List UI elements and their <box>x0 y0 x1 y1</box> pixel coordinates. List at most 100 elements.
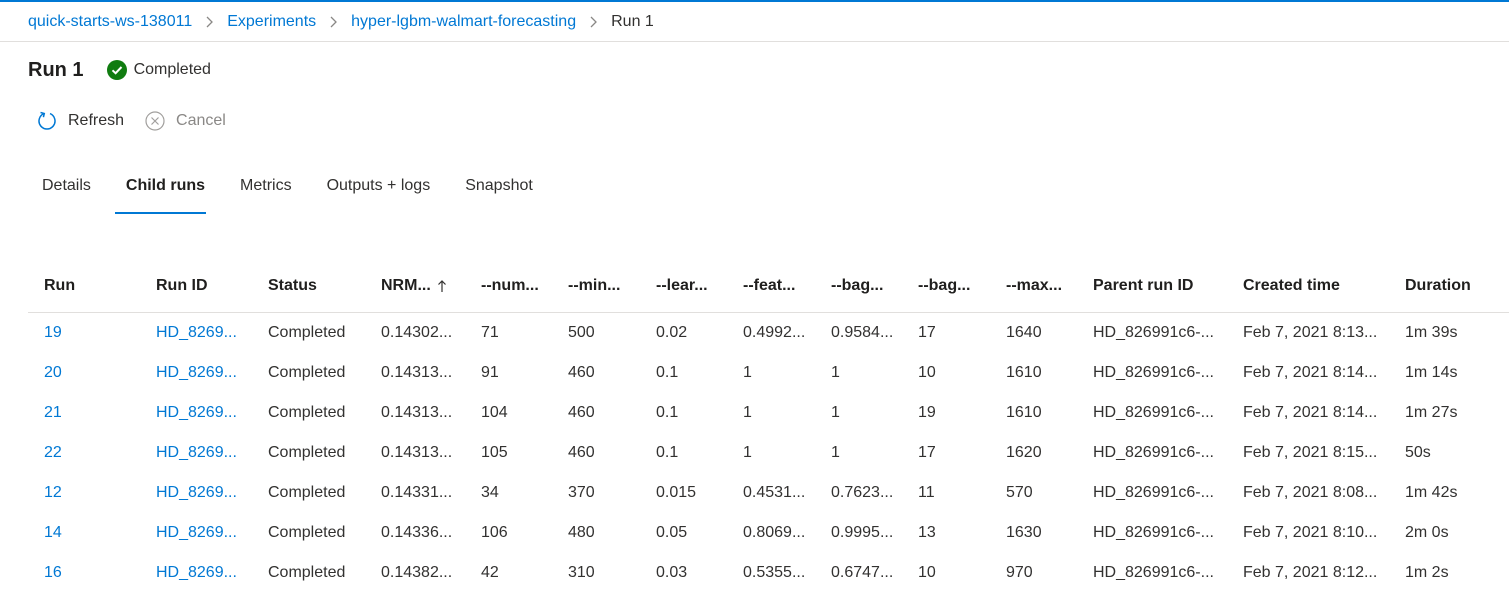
breadcrumb-experiments-link[interactable]: Experiments <box>227 13 316 31</box>
cell-num: 34 <box>481 484 499 501</box>
column-header-label: --lear... <box>656 277 708 294</box>
table-row[interactable]: 19 HD_8269... Completed 0.14302... 71 500 0.02… <box>28 313 1509 353</box>
column-header-feat[interactable]: --feat... <box>727 277 815 295</box>
cell-run-link[interactable]: 19 <box>28 324 140 342</box>
cell-bag2: 11 <box>918 484 935 501</box>
cell-run-id-link[interactable]: HD_8269... <box>140 564 252 582</box>
column-header-run-id[interactable]: Run ID <box>140 277 252 295</box>
cell-run-link[interactable]: 21 <box>28 404 140 422</box>
cell-run-link[interactable]: 12 <box>28 484 140 502</box>
cell-num: 91 <box>481 364 499 381</box>
cell-created-time: Feb 7, 2021 8:08... <box>1243 484 1378 501</box>
column-header-num[interactable]: --num... <box>465 277 552 295</box>
cell-max: 970 <box>1006 564 1033 581</box>
column-header-max[interactable]: --max... <box>990 277 1077 295</box>
cell-bag1: 1 <box>831 404 840 421</box>
column-header-label: --num... <box>481 277 539 294</box>
cell-run-link[interactable]: 20 <box>28 364 140 382</box>
cell-feat: 0.4531... <box>743 484 806 501</box>
cell-run-link[interactable]: 14 <box>28 524 140 542</box>
cell-bag2: 19 <box>918 404 936 421</box>
table-row[interactable]: 12 HD_8269... Completed 0.14331... 34 370 0.01… <box>28 473 1509 513</box>
tab-details[interactable]: Details <box>42 172 91 214</box>
cancel-label: Cancel <box>176 112 226 129</box>
tab-metrics[interactable]: Metrics <box>240 172 292 214</box>
tab-snapshot[interactable]: Snapshot <box>465 172 533 214</box>
column-header-created-time[interactable]: Created time <box>1227 277 1389 295</box>
child-runs-table: Run Run ID Status NRM... --num... --min... --l… <box>28 260 1509 593</box>
cell-status: Completed <box>268 484 346 501</box>
cell-feat: 0.4992... <box>743 324 806 341</box>
cell-run-id-link[interactable]: HD_8269... <box>140 364 252 382</box>
cell-parent-run-id: HD_826991c6-... <box>1093 444 1214 461</box>
cancel-icon <box>144 110 166 132</box>
cell-min: 370 <box>568 484 595 501</box>
table-row[interactable]: 22 HD_8269... Completed 0.14313... 105 460 0.1… <box>28 433 1509 473</box>
cell-parent-run-id: HD_826991c6-... <box>1093 364 1214 381</box>
cell-feat: 0.5355... <box>743 564 806 581</box>
column-header-bag2[interactable]: --bag... <box>902 277 990 295</box>
breadcrumb-experiment-link[interactable]: hyper-lgbm-walmart-forecasting <box>351 13 576 31</box>
column-header-label: Run ID <box>156 277 208 294</box>
breadcrumb: quick-starts-ws-138011 Experiments hyper… <box>0 2 1509 42</box>
cell-run-link[interactable]: 22 <box>28 444 140 462</box>
cell-run-id-link[interactable]: HD_8269... <box>140 404 252 422</box>
column-header-label: --min... <box>568 277 621 294</box>
column-header-run[interactable]: Run <box>28 277 140 295</box>
cell-bag1: 0.6747... <box>831 564 894 581</box>
cell-nrm: 0.14382... <box>381 564 453 581</box>
cell-nrm: 0.14336... <box>381 524 453 541</box>
cell-run-id-link[interactable]: HD_8269... <box>140 324 252 342</box>
cell-duration: 1m 27s <box>1405 404 1458 421</box>
table-row[interactable]: 21 HD_8269... Completed 0.14313... 104 460 0.1… <box>28 393 1509 433</box>
cell-num: 106 <box>481 524 508 541</box>
cell-min: 480 <box>568 524 595 541</box>
cell-feat: 1 <box>743 364 752 381</box>
cell-num: 42 <box>481 564 499 581</box>
cell-duration: 1m 2s <box>1405 564 1449 581</box>
cell-bag1: 1 <box>831 364 840 381</box>
table-header: Run Run ID Status NRM... --num... --min... --l… <box>28 260 1509 313</box>
cell-max: 1610 <box>1006 364 1042 381</box>
column-header-lear[interactable]: --lear... <box>640 277 727 295</box>
cancel-button[interactable]: Cancel <box>144 110 226 132</box>
column-header-status[interactable]: Status <box>252 277 365 295</box>
cell-created-time: Feb 7, 2021 8:14... <box>1243 364 1378 381</box>
cell-lear: 0.1 <box>656 404 679 421</box>
cell-created-time: Feb 7, 2021 8:12... <box>1243 564 1378 581</box>
tab-outputs-logs[interactable]: Outputs + logs <box>327 172 431 214</box>
cell-run-id-link[interactable]: HD_8269... <box>140 444 252 462</box>
column-header-label: NRM... <box>381 277 431 294</box>
column-header-label: Duration <box>1405 277 1471 294</box>
table-row[interactable]: 16 HD_8269... Completed 0.14382... 42 310 0.03… <box>28 553 1509 593</box>
tab-child-runs[interactable]: Child runs <box>114 172 207 214</box>
column-header-bag1[interactable]: --bag... <box>815 277 902 295</box>
cell-nrm: 0.14313... <box>381 404 453 421</box>
cell-run-link[interactable]: 16 <box>28 564 140 582</box>
cell-bag2: 10 <box>918 364 936 381</box>
cell-nrm: 0.14302... <box>381 324 453 341</box>
table-row[interactable]: 20 HD_8269... Completed 0.14313... 91 460 0.1 1… <box>28 353 1509 393</box>
breadcrumb-workspace-link[interactable]: quick-starts-ws-138011 <box>28 13 192 31</box>
status-badge: Completed <box>106 60 211 80</box>
column-header-parent-run-id[interactable]: Parent run ID <box>1077 277 1227 295</box>
cell-run-id-link[interactable]: HD_8269... <box>140 524 252 542</box>
cell-min: 460 <box>568 404 595 421</box>
cell-nrm: 0.14313... <box>381 364 453 381</box>
column-header-nrm[interactable]: NRM... <box>365 277 465 295</box>
column-header-label: Run <box>44 277 76 294</box>
cell-lear: 0.015 <box>656 484 697 501</box>
cell-status: Completed <box>268 524 346 541</box>
breadcrumb-current: Run 1 <box>611 12 654 30</box>
page-title: Run 1 <box>28 58 84 81</box>
table-row[interactable]: 14 HD_8269... Completed 0.14336... 106 480 0.0… <box>28 513 1509 553</box>
cell-lear: 0.1 <box>656 444 679 461</box>
column-header-min[interactable]: --min... <box>552 277 640 295</box>
cell-min: 460 <box>568 364 595 381</box>
refresh-button[interactable]: Refresh <box>36 110 124 132</box>
cell-bag1: 0.9584... <box>831 324 894 341</box>
cell-bag2: 10 <box>918 564 936 581</box>
cell-lear: 0.05 <box>656 524 688 541</box>
cell-run-id-link[interactable]: HD_8269... <box>140 484 252 502</box>
column-header-duration[interactable]: Duration <box>1389 277 1479 295</box>
